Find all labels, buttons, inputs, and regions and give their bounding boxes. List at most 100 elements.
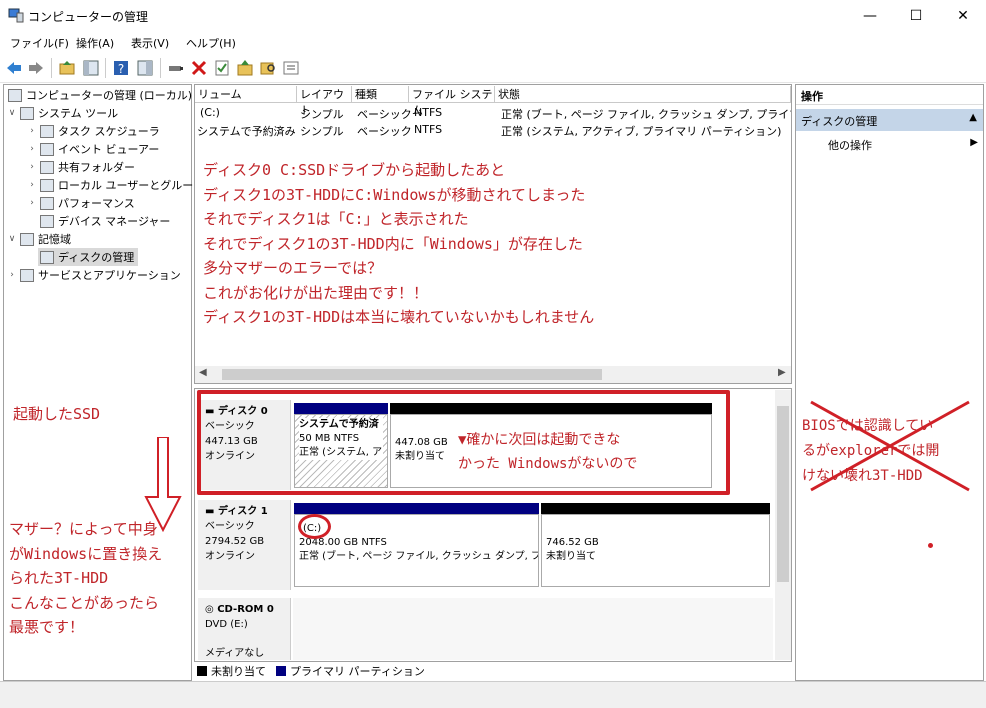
tree-item-task-scheduler[interactable]: › タスク スケジューラ bbox=[26, 122, 160, 140]
cell-status: 正常 (システム, アクティブ, プライマリ パーティション) bbox=[501, 125, 782, 138]
tree-item-device-manager[interactable]: デバイス マネージャー bbox=[38, 212, 170, 230]
legend-label: 未割り当て bbox=[211, 665, 266, 678]
annotation-left-note: マザー？によって中身 がWindowsに置き換え られた3T-HDD こんなこと… bbox=[9, 520, 163, 636]
help-icon[interactable]: ? bbox=[112, 59, 130, 77]
legend-swatch-primary bbox=[276, 666, 286, 676]
vertical-scrollbar-thumb[interactable] bbox=[777, 406, 789, 582]
column-header-volume[interactable]: リューム bbox=[195, 86, 297, 103]
tree-item-label: イベント ビューアー bbox=[58, 143, 160, 156]
cdrom-label[interactable]: ◎ CD-ROM 0 DVD (E:) メディアなし bbox=[198, 598, 291, 660]
close-button[interactable]: ✕ bbox=[940, 0, 986, 31]
partition-bar-primary bbox=[294, 503, 539, 514]
menu-view[interactable]: 表示(V) bbox=[131, 35, 169, 51]
chevron-right-icon[interactable]: › bbox=[26, 162, 38, 172]
list-icon[interactable] bbox=[282, 59, 300, 77]
properties-pane-icon[interactable] bbox=[136, 59, 154, 77]
tree-item-label: デバイス マネージャー bbox=[58, 215, 171, 228]
minimize-button[interactable]: — bbox=[847, 0, 893, 31]
chevron-right-icon[interactable]: › bbox=[26, 198, 38, 208]
services-icon bbox=[20, 268, 34, 282]
arrow-right-icon: ▶ bbox=[970, 137, 978, 148]
connect-icon[interactable] bbox=[167, 59, 185, 77]
scroll-right-icon[interactable]: ▶ bbox=[778, 367, 786, 378]
column-header-filesystem[interactable]: ファイル システム bbox=[409, 86, 495, 117]
annotation-ssd: 起動したSSD bbox=[13, 405, 101, 423]
cell-volume: (C:) bbox=[200, 106, 220, 119]
actions-pane: 操作 ディスクの管理 ▲ 他の操作 ▶ bbox=[795, 84, 984, 681]
search-icon[interactable] bbox=[259, 59, 277, 77]
tree-item-label: サービスとアプリケーション bbox=[38, 269, 181, 282]
actions-section[interactable]: ディスクの管理 ▲ bbox=[796, 109, 983, 131]
menu-help[interactable]: ヘルプ(H) bbox=[186, 35, 236, 51]
import-icon[interactable] bbox=[236, 59, 254, 77]
status-bar bbox=[0, 681, 986, 708]
cell-type: ベーシック bbox=[357, 108, 412, 121]
tree-item-services[interactable]: › サービスとアプリケーション bbox=[6, 266, 181, 284]
cdrom-drive: DVD (E:) bbox=[205, 619, 248, 630]
tree-item-local-users[interactable]: › ローカル ユーザーとグループ bbox=[26, 176, 204, 194]
disk1-label[interactable]: ▬ ディスク 1 ベーシック 2794.52 GB オンライン bbox=[198, 500, 291, 590]
chevron-right-icon[interactable]: › bbox=[26, 180, 38, 190]
tree-item-storage[interactable]: ∨ 記憶域 bbox=[6, 230, 71, 248]
scroll-left-icon[interactable]: ◀ bbox=[199, 367, 207, 378]
tree-item-system-tools[interactable]: ∨ システム ツール bbox=[6, 104, 118, 122]
collapse-icon[interactable]: ▲ bbox=[969, 112, 977, 123]
actions-more-label: 他の操作 bbox=[828, 139, 872, 152]
chevron-down-icon[interactable]: ∨ bbox=[6, 108, 18, 118]
back-icon[interactable] bbox=[5, 59, 23, 77]
up-folder-icon[interactable] bbox=[58, 59, 76, 77]
disk1-status: オンライン bbox=[205, 551, 255, 562]
column-header-type[interactable]: 種類 bbox=[352, 86, 409, 103]
menu-file[interactable]: ファイル(F) bbox=[10, 35, 69, 51]
cell-layout: シンプル bbox=[300, 125, 344, 138]
tree-item-event-viewer[interactable]: › イベント ビューアー bbox=[26, 140, 159, 158]
computer-management-icon bbox=[8, 8, 24, 23]
tree-item-computer-management[interactable]: コンピューターの管理 (ローカル) bbox=[6, 86, 192, 104]
svg-text:?: ? bbox=[118, 62, 124, 76]
cell-filesystem: NTFS bbox=[414, 106, 443, 119]
forward-icon[interactable] bbox=[27, 59, 45, 77]
tree-item-performance[interactable]: › パフォーマンス bbox=[26, 194, 135, 212]
performance-icon bbox=[40, 196, 54, 210]
chevron-down-icon[interactable]: ∨ bbox=[6, 234, 18, 244]
disk1-type: ベーシック bbox=[205, 521, 255, 532]
tree-item-disk-management[interactable]: ディスクの管理 bbox=[38, 248, 139, 266]
tree-item-label: システム ツール bbox=[38, 107, 119, 120]
check-icon[interactable] bbox=[213, 59, 231, 77]
tree-item-label: ローカル ユーザーとグループ bbox=[58, 179, 204, 192]
chevron-right-icon[interactable]: › bbox=[26, 126, 38, 136]
column-header-layout[interactable]: レイアウト bbox=[297, 86, 352, 117]
tools-icon bbox=[20, 106, 34, 120]
cdrom-status: メディアなし bbox=[205, 648, 265, 659]
cdrom-name: ◎ CD-ROM 0 bbox=[205, 604, 274, 615]
chevron-right-icon[interactable]: › bbox=[26, 144, 38, 154]
tree-item-label: 共有フォルダー bbox=[58, 161, 135, 174]
legend-label: プライマリ パーティション bbox=[290, 665, 425, 678]
menu-bar: ファイル(F) 操作(A) 表示(V) ヘルプ(H) bbox=[0, 31, 986, 53]
partition-unallocated-disk1[interactable]: 746.52 GB 未割り当て bbox=[541, 514, 770, 587]
annotation-cross-icon bbox=[810, 400, 970, 492]
title-bar: コンピューターの管理 — ☐ ✕ bbox=[0, 0, 986, 31]
window-title: コンピューターの管理 bbox=[28, 10, 149, 24]
shared-folder-icon bbox=[40, 160, 54, 174]
menu-action[interactable]: 操作(A) bbox=[76, 35, 114, 51]
cell-volume: システムで予約済み bbox=[197, 125, 296, 138]
maximize-button[interactable]: ☐ bbox=[893, 0, 939, 31]
annotation-dot bbox=[928, 543, 933, 548]
legend-swatch-unallocated bbox=[197, 666, 207, 676]
delete-icon[interactable] bbox=[190, 59, 208, 77]
event-viewer-icon bbox=[40, 142, 54, 156]
actions-header: 操作 bbox=[796, 85, 983, 105]
legend: 未割り当て プライマリ パーティション bbox=[197, 662, 791, 680]
chevron-right-icon[interactable]: › bbox=[6, 270, 18, 280]
tree-item-label: タスク スケジューラ bbox=[58, 125, 160, 138]
computer-management-icon bbox=[8, 88, 22, 102]
device-manager-icon bbox=[40, 214, 54, 228]
tree-item-label: 記憶域 bbox=[38, 233, 71, 246]
disk1-size: 2794.52 GB bbox=[205, 536, 265, 547]
tree-item-shared-folders[interactable]: › 共有フォルダー bbox=[26, 158, 135, 176]
scrollbar-thumb[interactable] bbox=[222, 369, 602, 380]
actions-more[interactable]: 他の操作 ▶ bbox=[828, 137, 978, 153]
show-tree-icon[interactable] bbox=[82, 59, 100, 77]
column-header-status[interactable]: 状態 bbox=[495, 86, 791, 103]
